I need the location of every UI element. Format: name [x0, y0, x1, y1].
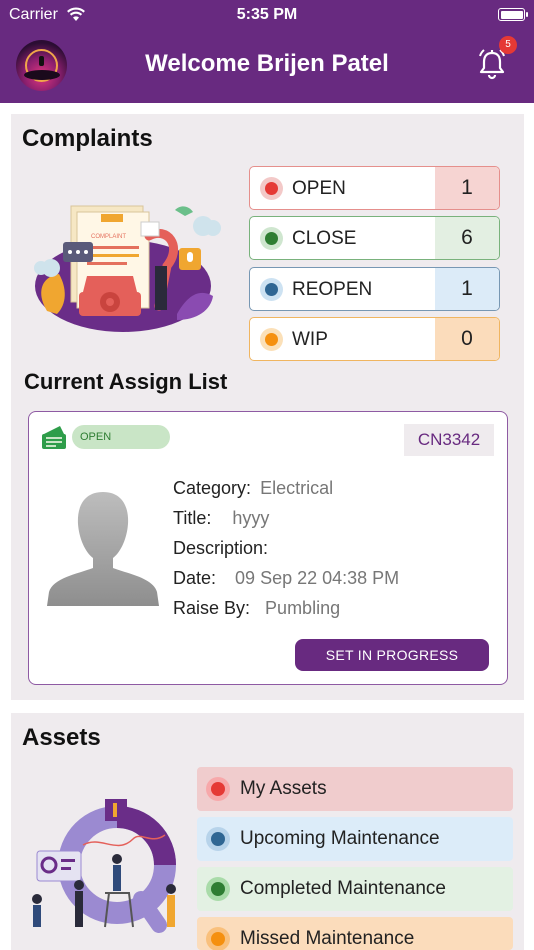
missed-maintenance-label: Missed Maintenance	[240, 928, 415, 949]
status-badge: OPEN	[72, 425, 170, 449]
stat-wip-label: WIP	[292, 329, 328, 350]
page-title: Welcome Brijen Patel	[145, 50, 389, 77]
assets-illustration	[32, 799, 176, 933]
missed-maintenance-icon	[206, 927, 230, 950]
title-value: hyyy	[232, 508, 270, 528]
stat-reopen-count: 1	[435, 268, 499, 310]
assets-card: Assets My Assets Upcoming Maintenance Co…	[11, 713, 524, 950]
complaints-card: Complaints COMPLAINT OPEN 1 CLOSE 6 REOP…	[11, 114, 524, 700]
assets-title: Assets	[22, 724, 101, 751]
battery-icon	[498, 8, 528, 21]
assets-item-missed-maintenance[interactable]: Missed Maintenance	[197, 917, 513, 950]
wip-status-icon	[260, 328, 283, 351]
notification-badge: 5	[499, 36, 517, 54]
field-title: Title: hyyy	[173, 508, 269, 529]
complaints-title: Complaints	[22, 125, 153, 152]
stat-wip-count: 0	[435, 318, 499, 360]
complaint-number: CN3342	[404, 424, 494, 456]
stat-open-count: 1	[435, 167, 499, 209]
app-header: Carrier 5:35 PM Welcome Brijen Patel 5	[0, 0, 534, 103]
open-status-icon	[260, 177, 283, 200]
date-value: 09 Sep 22 04:38 PM	[235, 568, 400, 588]
upcoming-maintenance-icon	[206, 827, 230, 851]
stat-close[interactable]: CLOSE 6	[249, 216, 500, 260]
stat-reopen-label: REOPEN	[292, 279, 373, 300]
stat-open-label: OPEN	[292, 178, 346, 199]
complaint-illustration: COMPLAINT	[34, 205, 221, 332]
assign-list-title: Current Assign List	[24, 369, 228, 394]
stat-reopen[interactable]: REOPEN 1	[249, 267, 500, 311]
assets-item-upcoming-maintenance[interactable]: Upcoming Maintenance	[197, 817, 513, 861]
my-assets-icon	[206, 777, 230, 801]
stat-wip[interactable]: WIP 0	[249, 317, 500, 361]
assign-card[interactable]: OPEN CN3342 Category: Electrical Title: …	[28, 411, 508, 685]
ticket-icon	[42, 426, 66, 449]
my-assets-label: My Assets	[240, 778, 327, 799]
category-label: Category:	[173, 478, 252, 498]
user-placeholder-icon	[47, 492, 159, 606]
complaint-paper-text: COMPLAINT	[91, 234, 126, 240]
field-raised-by: Raise By: Pumbling	[173, 598, 340, 619]
upcoming-maintenance-label: Upcoming Maintenance	[240, 828, 440, 849]
description-label: Description:	[173, 538, 269, 558]
close-status-icon	[260, 227, 283, 250]
stat-close-label: CLOSE	[292, 228, 357, 249]
raised-by-label: Raise By:	[173, 598, 251, 618]
assets-item-my-assets[interactable]: My Assets	[197, 767, 513, 811]
completed-maintenance-label: Completed Maintenance	[240, 878, 446, 899]
stat-close-count: 6	[435, 217, 499, 259]
date-label: Date:	[173, 568, 217, 588]
raised-by-value: Pumbling	[265, 598, 341, 618]
title-label: Title:	[173, 508, 212, 528]
stat-open[interactable]: OPEN 1	[249, 166, 500, 210]
completed-maintenance-icon	[206, 877, 230, 901]
clock: 5:35 PM	[236, 6, 298, 23]
field-date: Date: 09 Sep 22 04:38 PM	[173, 568, 399, 589]
status-bar: Carrier 5:35 PM	[0, 6, 534, 26]
set-in-progress-button[interactable]: SET IN PROGRESS	[295, 639, 489, 671]
field-category: Category: Electrical	[173, 478, 333, 499]
assets-item-completed-maintenance[interactable]: Completed Maintenance	[197, 867, 513, 911]
reopen-status-icon	[260, 278, 283, 301]
field-description: Description:	[173, 538, 268, 559]
category-value: Electrical	[260, 478, 334, 498]
